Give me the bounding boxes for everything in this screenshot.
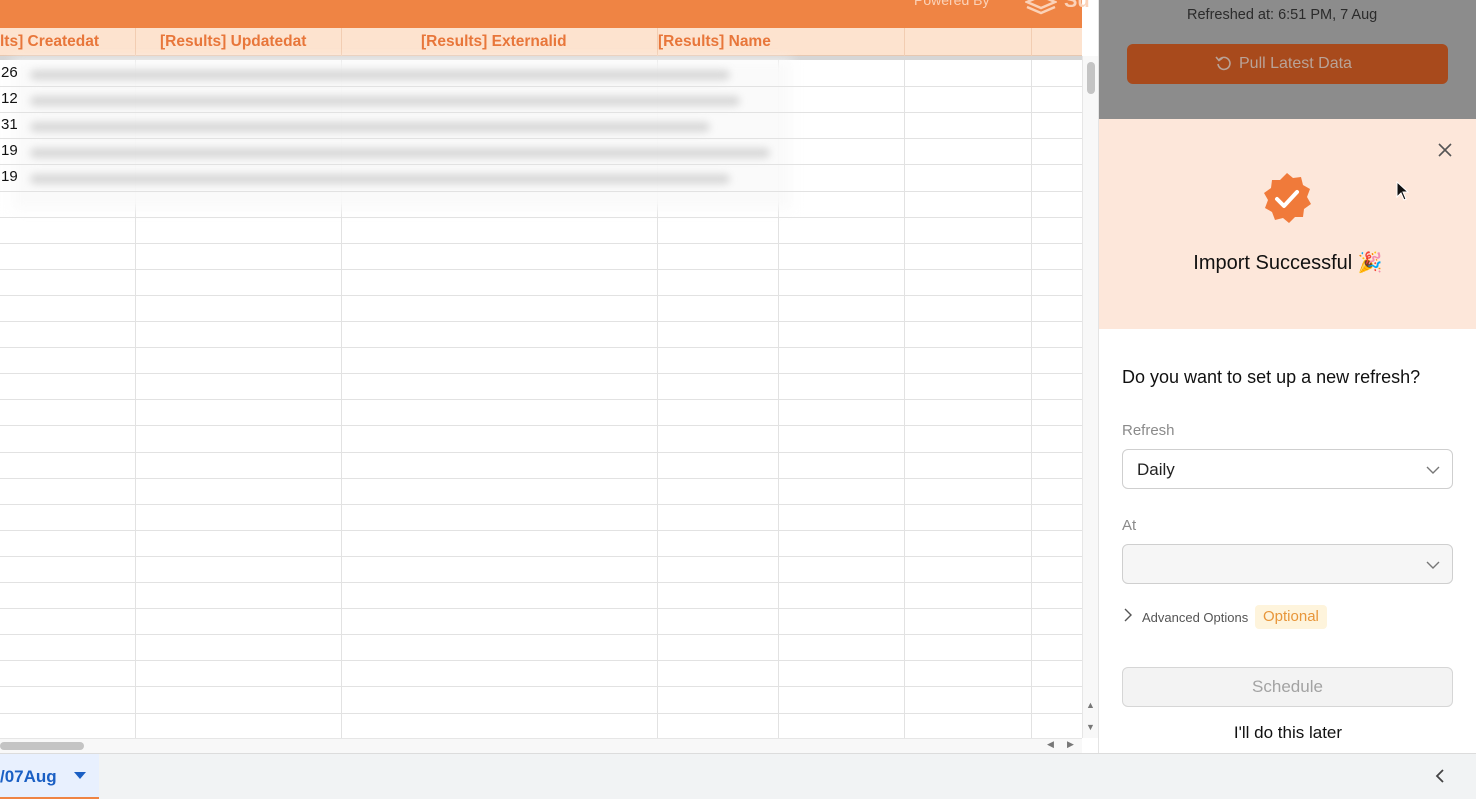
redacted-row: [30, 148, 770, 158]
redacted-row: [30, 174, 730, 184]
column-header-createdat[interactable]: lts] Createdat: [0, 28, 136, 56]
grid-row-line: [0, 321, 1082, 322]
import-side-panel: Refreshed at: 6:51 PM, 7 Aug Pull Latest…: [1098, 0, 1476, 753]
logo-text: Su: [1064, 0, 1090, 12]
grid-row-line: [0, 660, 1082, 661]
grid-row-line: [0, 399, 1082, 400]
pull-latest-data-label: Pull Latest Data: [1239, 55, 1352, 72]
grid-row-line: [0, 138, 1082, 139]
sheet-tab-label: /07Aug: [0, 767, 57, 786]
chevron-down-icon: [1426, 561, 1440, 569]
verified-badge-icon: [1264, 173, 1311, 223]
vertical-scroll-thumb[interactable]: [1087, 62, 1095, 94]
scroll-right-arrow[interactable]: ▶: [1067, 739, 1074, 750]
app-root: Powered By Su lts] Createdat [Results] U…: [0, 0, 1476, 799]
sheet-tab-active[interactable]: /07Aug: [0, 754, 99, 799]
optional-badge: Optional: [1255, 605, 1327, 629]
grid-row-line: [0, 243, 1082, 244]
grid-row-line: [0, 373, 1082, 374]
grid-row-line: [0, 504, 1082, 505]
redacted-row: [30, 122, 710, 132]
column-header-externalid[interactable]: [Results] Externalid: [342, 28, 658, 56]
spreadsheet-area: Powered By Su lts] Createdat [Results] U…: [0, 0, 1098, 753]
column-header-name[interactable]: [Results] Name: [658, 28, 905, 56]
refresh-field-label: Refresh: [1122, 422, 1175, 439]
grid-row-line: [0, 164, 1082, 165]
scroll-down-arrow[interactable]: ▼: [1086, 722, 1095, 732]
cell-value[interactable]: 19: [1, 164, 18, 190]
grid-row-line: [0, 686, 1082, 687]
cell-value[interactable]: 19: [1, 138, 18, 164]
schedule-button[interactable]: Schedule: [1122, 667, 1453, 707]
refreshed-at-text: Refreshed at: 6:51 PM, 7 Aug: [1187, 7, 1378, 23]
refresh-question: Do you want to set up a new refresh?: [1122, 367, 1421, 387]
grid-row-line: [0, 191, 1082, 192]
cell-value[interactable]: 26: [1, 60, 18, 86]
refresh-icon: [1215, 56, 1231, 71]
grid-row-line: [0, 556, 1082, 557]
powered-by-text: Powered By: [914, 0, 990, 8]
grid-row-line: [0, 608, 1082, 609]
chevron-down-icon: [1426, 466, 1440, 474]
grid-row-line: [0, 582, 1082, 583]
grid-row-line: [0, 425, 1082, 426]
grid-row-line: [0, 347, 1082, 348]
grid-row-line: [0, 217, 1082, 218]
redacted-data-overlay: [12, 60, 792, 210]
grid-row-line: [0, 452, 1082, 453]
cursor-icon: [1396, 181, 1410, 201]
grid-row-line: [0, 86, 1082, 87]
column-header-empty[interactable]: [1032, 28, 1082, 56]
import-success-title: Import Successful 🎉: [1193, 252, 1383, 274]
refresh-frequency-value: Daily: [1137, 460, 1175, 479]
grid-row-line: [0, 269, 1082, 270]
refresh-setup-form: Do you want to set up a new refresh? Ref…: [1099, 329, 1476, 753]
do-this-later-link[interactable]: I'll do this later: [1099, 723, 1476, 743]
cell-value[interactable]: 31: [1, 112, 18, 138]
scroll-up-arrow[interactable]: ▲: [1086, 700, 1095, 710]
redacted-row: [30, 96, 740, 106]
scroll-left-arrow[interactable]: ◀: [1047, 739, 1054, 750]
at-field-label: At: [1122, 517, 1137, 534]
horizontal-scroll-thumb[interactable]: [0, 742, 84, 750]
grid-row-line: [0, 295, 1082, 296]
dimmed-panel-header: Refreshed at: 6:51 PM, 7 Aug Pull Latest…: [1099, 0, 1476, 119]
import-success-card: Import Successful 🎉: [1099, 119, 1476, 329]
horizontal-scrollbar[interactable]: ◀ ▶: [0, 738, 1082, 753]
logo-icon: [1025, 0, 1057, 15]
vertical-scrollbar[interactable]: ▲ ▼: [1082, 56, 1098, 738]
grid-row-line: [0, 713, 1082, 714]
grid-row-line: [0, 634, 1082, 635]
column-header-updatedat[interactable]: [Results] Updatedat: [136, 28, 342, 56]
close-icon[interactable]: [1435, 140, 1455, 160]
column-header-row: lts] Createdat [Results] Updatedat [Resu…: [0, 28, 1082, 56]
import-banner: Powered By Su: [0, 0, 1090, 28]
advanced-options-label: Advanced Options: [1142, 610, 1249, 625]
grid-row-line: [0, 112, 1082, 113]
dropdown-caret-icon[interactable]: [74, 772, 86, 779]
pull-latest-data-button[interactable]: Pull Latest Data: [1127, 44, 1448, 84]
grid-row-line: [0, 478, 1082, 479]
refresh-time-select[interactable]: [1122, 544, 1453, 584]
redacted-row: [30, 70, 730, 80]
chevron-right-icon: [1124, 608, 1132, 622]
grid-row-line: [0, 530, 1082, 531]
cell-grid[interactable]: 26 12 31 19 19: [0, 60, 1082, 738]
sheet-tab-bar: /07Aug: [0, 753, 1476, 799]
cell-value[interactable]: 12: [1, 86, 18, 112]
refresh-frequency-select[interactable]: Daily: [1122, 449, 1453, 489]
chevron-left-icon[interactable]: [1430, 766, 1450, 786]
column-header-empty[interactable]: [905, 28, 1032, 56]
